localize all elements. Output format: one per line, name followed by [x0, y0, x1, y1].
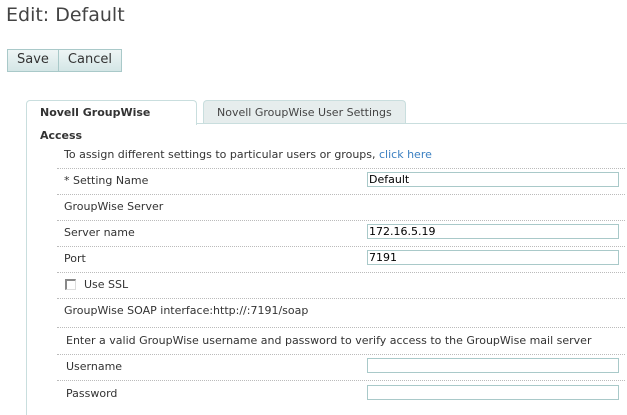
- setting-name-row: * Setting Name: [57, 168, 625, 195]
- username-label: Username: [66, 360, 123, 373]
- tab-groupwise-user-settings[interactable]: Novell GroupWise User Settings: [203, 100, 406, 124]
- use-ssl-label: Use SSL: [84, 278, 129, 291]
- port-row: Port: [57, 246, 625, 273]
- soap-row: GroupWise SOAP interface:http://:7191/so…: [57, 298, 625, 328]
- server-name-label: Server name: [64, 226, 135, 239]
- port-input[interactable]: [367, 250, 619, 265]
- ssl-row: Use SSL: [57, 272, 625, 299]
- password-row: Password: [57, 381, 625, 407]
- server-name-input[interactable]: [367, 224, 619, 239]
- use-ssl-checkbox[interactable]: [65, 279, 76, 290]
- username-row: Username: [57, 354, 625, 381]
- verify-row: Enter a valid GroupWise username and pas…: [57, 328, 625, 355]
- toolbar: Save Cancel: [7, 49, 122, 72]
- server-section-heading: GroupWise Server: [64, 200, 164, 213]
- save-button[interactable]: Save: [8, 50, 58, 71]
- server-section-row: GroupWise Server: [57, 194, 625, 221]
- cancel-button[interactable]: Cancel: [57, 50, 121, 71]
- password-input[interactable]: [367, 385, 619, 400]
- server-name-row: Server name: [57, 220, 625, 247]
- setting-name-input[interactable]: [367, 172, 619, 187]
- password-label: Password: [66, 387, 118, 400]
- port-label: Port: [64, 252, 86, 265]
- tab-groupwise-access[interactable]: Novell GroupWise Access: [26, 100, 197, 142]
- setting-name-label: * Setting Name: [64, 174, 149, 187]
- soap-interface-text: GroupWise SOAP interface:http://:7191/so…: [64, 304, 309, 317]
- page-title: Edit: Default: [6, 4, 125, 26]
- verify-text: Enter a valid GroupWise username and pas…: [66, 334, 592, 347]
- username-input[interactable]: [367, 358, 619, 373]
- click-here-link[interactable]: click here: [379, 148, 432, 161]
- assign-text: To assign different settings to particul…: [64, 148, 376, 161]
- assign-row: To assign different settings to particul…: [57, 142, 625, 169]
